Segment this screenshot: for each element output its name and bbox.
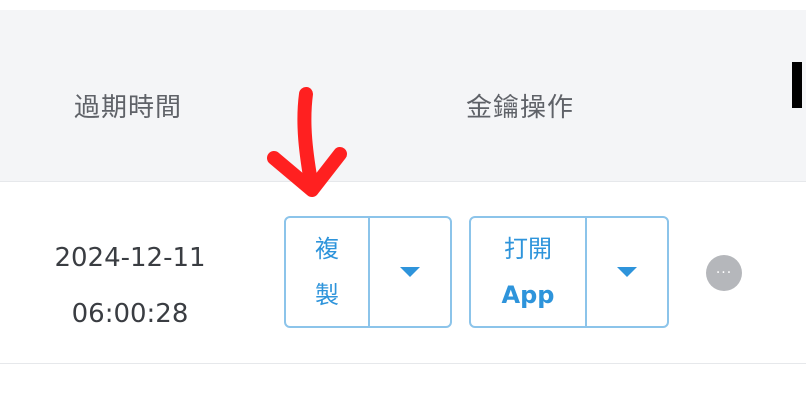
expiry-time: 06:00:28 [71, 299, 189, 329]
open-label-line1: 打開 [504, 235, 552, 263]
more-options-button[interactable]: ··· [706, 255, 742, 291]
expiry-cell: 2024-12-11 06:00:28 [40, 230, 220, 342]
copy-button[interactable]: 複 製 [286, 218, 370, 326]
scrollbar[interactable] [792, 62, 802, 108]
top-strip [0, 0, 806, 10]
copy-split-button: 複 製 [284, 216, 452, 328]
open-app-dropdown-button[interactable] [587, 218, 667, 326]
red-arrow-down-icon [267, 87, 347, 197]
page: 過期時間 金鑰操作 2024-12-11 06:00:28 複 製 打開 App [0, 0, 806, 396]
header-key-operations: 金鑰操作 [466, 93, 575, 123]
copy-dropdown-button[interactable] [370, 218, 450, 326]
open-app-split-button: 打開 App [469, 216, 669, 328]
expiry-date: 2024-12-11 [54, 243, 206, 273]
table-header: 過期時間 金鑰操作 [0, 10, 806, 182]
more-horizontal-icon: ··· [715, 265, 733, 281]
copy-label-line2: 製 [315, 281, 339, 309]
copy-label-line1: 複 [315, 235, 339, 263]
header-expiry: 過期時間 [74, 93, 183, 123]
caret-down-icon [400, 267, 420, 277]
table-row: 2024-12-11 06:00:28 複 製 打開 App ··· [0, 182, 806, 364]
caret-down-icon [617, 267, 637, 277]
open-label-line2: App [501, 281, 555, 309]
open-app-button[interactable]: 打開 App [471, 218, 587, 326]
